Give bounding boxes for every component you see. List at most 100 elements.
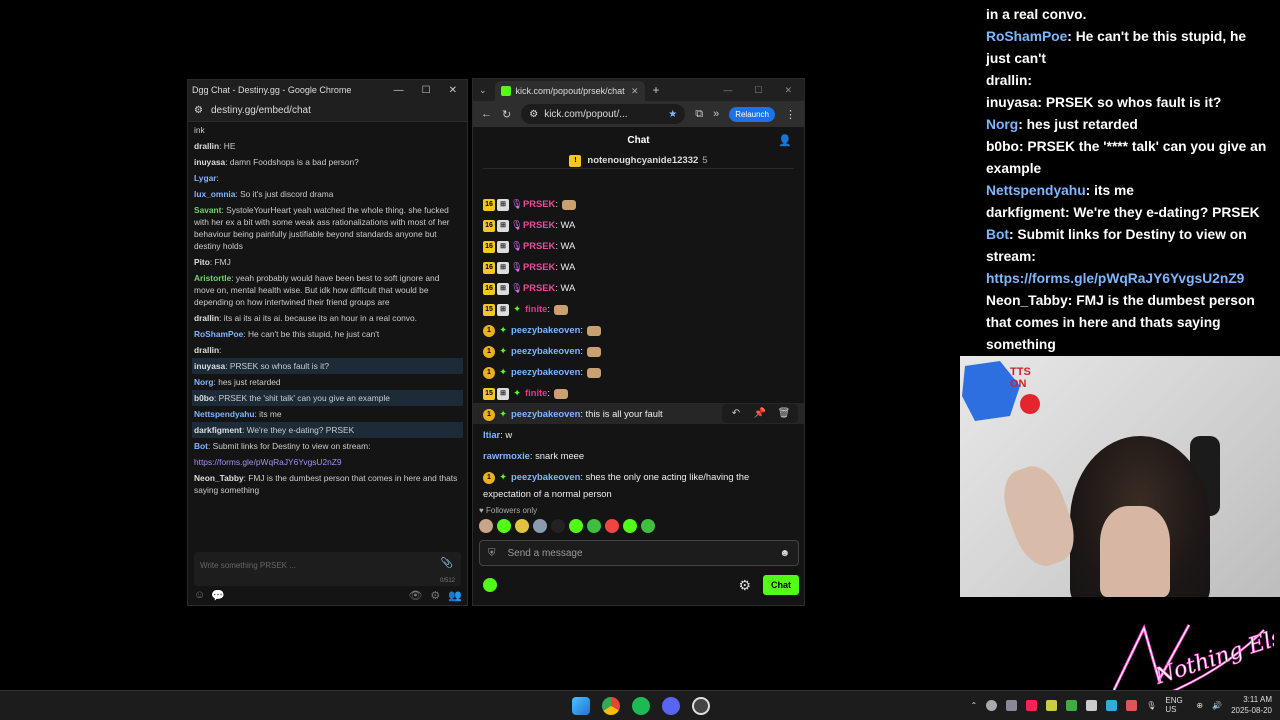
chat-send-button[interactable]: Chat [763,575,799,595]
emote-icon[interactable] [551,519,565,533]
tab-list-icon[interactable]: ⌄ [479,85,487,96]
chat-username[interactable]: Nettspendyahu [194,409,255,419]
emote-icon[interactable] [605,519,619,533]
tray-steam-icon[interactable] [1006,699,1018,711]
trash-icon[interactable]: 🗑 [773,405,795,422]
more-menu-icon[interactable]: ⋮ [785,108,796,121]
emote-icon[interactable] [587,519,601,533]
discord-icon[interactable] [662,697,680,715]
chat-username[interactable]: drallin [194,345,219,355]
pin-icon[interactable]: 📌 [749,405,771,422]
relaunch-button[interactable]: Relaunch [729,106,775,122]
chat-username[interactable]: peezybakeoven [511,408,580,419]
emoji-icon[interactable]: ☻ [779,548,790,559]
tray-chevron-icon[interactable]: ⌃ [971,701,978,710]
chrome-icon[interactable] [602,697,620,715]
users-icon[interactable]: 👥 [448,589,462,602]
minimize-icon[interactable]: — [394,85,404,96]
chat-username[interactable]: Bot [194,441,208,451]
tray-app-icon[interactable] [1066,699,1078,711]
chat-username[interactable]: PRSEK [523,240,555,251]
chat-username[interactable]: peezybakeoven [511,471,580,482]
chat-username[interactable]: PRSEK [523,282,555,293]
send-message-input[interactable]: ⛨ Send a message ☻ [479,540,799,566]
chat-username[interactable]: darkfigment [194,425,242,435]
chat-username[interactable]: peezybakeoven [511,345,580,356]
paperclip-icon[interactable]: 📎 [441,558,453,569]
minimize-icon[interactable]: — [723,85,732,96]
bookmark-star-icon[interactable]: ★ [668,109,677,120]
chat-text[interactable]: https://forms.gle/pWqRaJY6YvgsU2nZ9 [194,457,342,467]
tray-app-icon[interactable] [1046,699,1058,711]
chat-username[interactable]: PRSEK [523,198,555,209]
dgg-chat-input[interactable]: Write something PRSEK ... 📎 0/512 [194,552,461,586]
overflow-chevron-icon[interactable]: » [713,108,719,120]
chat-username[interactable]: rawrmoxie [483,450,530,461]
chat-username[interactable]: RoShamPoe [194,329,243,339]
emote-icon[interactable] [479,519,493,533]
kick-tab[interactable]: kick.com/popout/prsek/chat ✕ [494,81,645,101]
chat-username[interactable]: Lygar [194,173,217,183]
emote-icon[interactable] [515,519,529,533]
chat-username[interactable]: drallin [194,313,219,323]
chat-username[interactable]: peezybakeoven [511,324,580,335]
whispers-icon[interactable]: 💬 [211,589,225,602]
chat-username[interactable]: inuyasa [194,157,225,167]
gear-icon[interactable]: ⚙ [738,577,751,594]
site-info-icon[interactable]: ⚙ [529,109,538,120]
address-bar[interactable]: ⚙ kick.com/popout/... ★ [521,104,686,124]
chat-username[interactable]: PRSEK [523,261,555,272]
chat-username[interactable]: finite [525,303,547,314]
chat-username[interactable]: finite [525,387,547,398]
chat-username[interactable]: Norg [194,377,214,387]
reload-icon[interactable]: ↻ [502,108,511,121]
obs-icon[interactable] [692,697,710,715]
dgg-urlbar[interactable]: ⚙ destiny.gg/embed/chat [188,100,467,122]
pinned-gifter[interactable]: ! notenoughcyanide12332 5 [483,153,794,169]
emote-icon[interactable] [497,519,511,533]
tray-app-icon[interactable] [1126,699,1138,711]
chat-username[interactable]: PRSEK [523,219,555,230]
tray-app-icon[interactable] [1106,699,1118,711]
back-icon[interactable]: ← [481,108,492,120]
chat-username[interactable]: Pito [194,257,210,267]
chat-text[interactable]: ink [194,125,205,135]
microphone-icon[interactable]: 🎙 [1146,701,1156,710]
close-icon[interactable]: ✕ [449,85,457,96]
start-icon[interactable] [572,697,590,715]
close-icon[interactable]: ✕ [784,85,792,96]
network-icon[interactable]: ⊕ [1196,701,1203,710]
chat-username[interactable]: b0bo [194,393,214,403]
emote-menu-icon[interactable]: ☺ [194,589,205,601]
chat-username[interactable]: Aristortle [194,273,231,283]
site-info-icon[interactable]: ⚙ [194,105,203,116]
tray-app-icon[interactable] [1086,699,1098,711]
volume-icon[interactable]: 🔊 [1212,701,1222,710]
tray-brave-icon[interactable] [1026,699,1038,711]
chat-username[interactable]: lux_omnia [194,189,235,199]
emote-icon[interactable] [533,519,547,533]
new-tab-icon[interactable]: + [653,83,660,97]
kick-logo-icon[interactable] [483,578,497,592]
spotify-icon[interactable] [632,697,650,715]
chat-username[interactable]: peezybakeoven [511,366,580,377]
emote-icon[interactable] [641,519,655,533]
user-settings-icon[interactable]: 👤 [778,134,792,147]
chat-username[interactable]: inuyasa [194,361,225,371]
language-indicator[interactable]: ENG US [1165,696,1187,714]
chat-username[interactable]: Savant [194,205,221,215]
tray-chrome-icon[interactable] [986,699,998,711]
undo-icon[interactable]: ↶ [725,405,747,422]
clock[interactable]: 3:11 AM 2025-08-20 [1231,694,1272,716]
chat-username[interactable]: Itiar [483,429,500,440]
eye-icon[interactable]: 👁 [408,589,422,602]
settings-icon[interactable]: ⚙ [430,589,440,602]
maximize-icon[interactable]: ☐ [754,85,762,96]
chat-username[interactable]: Neon_Tabby [194,473,244,483]
extensions-icon[interactable]: ⧉ [695,108,703,121]
chat-username[interactable]: drallin [194,141,219,151]
emote-icon[interactable] [569,519,583,533]
tab-close-icon[interactable]: ✕ [631,86,639,97]
maximize-icon[interactable]: ☐ [422,85,431,96]
emote-icon[interactable] [623,519,637,533]
